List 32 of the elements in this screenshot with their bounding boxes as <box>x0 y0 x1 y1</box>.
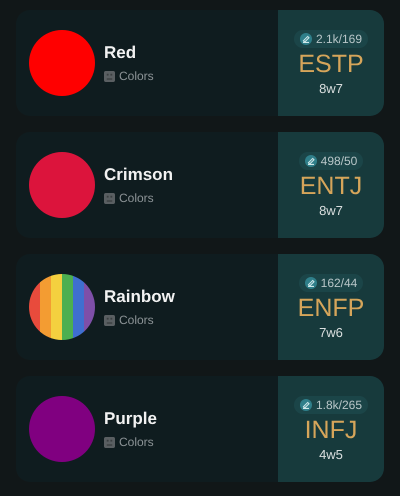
category-icon <box>104 314 115 326</box>
category-label: Colors <box>119 69 154 83</box>
personality-type: ESTP <box>298 50 364 79</box>
profile-name: Rainbow <box>104 287 175 307</box>
profile-card[interactable]: Crimson Colors 498/50 ENTJ 8w7 <box>16 132 384 238</box>
vote-icon <box>304 155 317 167</box>
profile-name: Red <box>104 43 138 63</box>
profile-name: Purple <box>104 409 157 429</box>
category-label: Colors <box>119 435 154 449</box>
category-icon <box>104 70 115 82</box>
profile-card[interactable]: Rainbow Colors 162/44 ENFP 7w6 <box>16 254 384 360</box>
personality-type: ENTJ <box>300 172 362 201</box>
profile-name: Crimson <box>104 165 173 185</box>
enneagram-type: 8w7 <box>319 81 343 96</box>
vote-count: 162/44 <box>320 276 358 290</box>
category-icon <box>104 192 115 204</box>
category-label: Colors <box>119 191 154 205</box>
vote-icon <box>300 399 312 411</box>
personality-type: INFJ <box>304 416 358 445</box>
vote-count: 1.8k/265 <box>316 398 362 412</box>
vote-count: 498/50 <box>320 154 358 168</box>
personality-type: ENFP <box>298 294 364 323</box>
category-icon <box>104 436 115 448</box>
profile-card[interactable]: Purple Colors 1.8k/265 INFJ 4w5 <box>16 376 384 482</box>
enneagram-type: 8w7 <box>319 203 343 218</box>
vote-icon <box>304 277 317 289</box>
category-label: Colors <box>119 313 154 327</box>
enneagram-type: 7w6 <box>319 325 343 340</box>
vote-count: 2.1k/169 <box>316 32 362 46</box>
vote-icon <box>300 33 312 45</box>
profile-card[interactable]: Red Colors 2.1k/169 ESTP 8w7 <box>16 10 384 116</box>
enneagram-type: 4w5 <box>319 447 343 462</box>
